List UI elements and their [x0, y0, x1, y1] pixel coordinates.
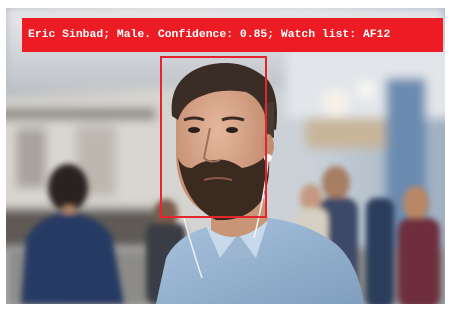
face-detection-box [160, 56, 267, 218]
identification-banner: Eric Sinbad; Male. Confidence: 0.85; Wat… [22, 18, 443, 52]
identification-label: Eric Sinbad; Male. Confidence: 0.85; Wat… [28, 29, 391, 41]
